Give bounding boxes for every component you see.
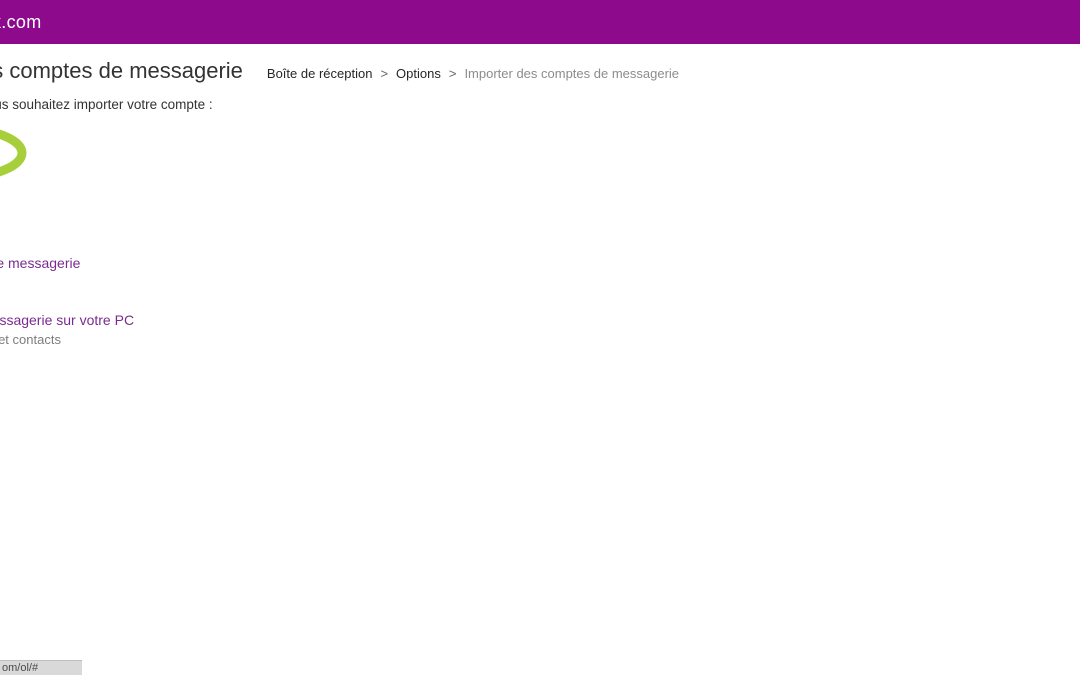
highlight-ellipse xyxy=(0,124,1080,182)
import-option-3: messagerie sur votre PC ue et contacts xyxy=(0,312,1080,347)
option-3-link[interactable]: messagerie sur votre PC xyxy=(0,312,134,328)
breadcrumb-inbox[interactable]: Boîte de réception xyxy=(267,66,373,81)
status-url: om/ol/# xyxy=(2,662,38,674)
title-row: es comptes de messagerie Boîte de récept… xyxy=(0,58,1080,84)
import-option-2: r de messagerie ue xyxy=(0,255,1080,290)
page-title: es comptes de messagerie xyxy=(0,58,243,84)
app-header: k.com xyxy=(0,0,1080,44)
app-title: k.com xyxy=(0,12,42,33)
intro-text: vous souhaitez importer votre compte : xyxy=(0,97,1080,112)
breadcrumb-sep: > xyxy=(380,66,388,81)
ellipse-icon xyxy=(0,124,52,182)
breadcrumb-current: Importer des comptes de messagerie xyxy=(464,66,679,81)
import-option-1: ue xyxy=(0,218,1080,233)
main-content: es comptes de messagerie Boîte de récept… xyxy=(0,44,1080,347)
option-2-subtext: ue xyxy=(0,275,1080,290)
breadcrumb: Boîte de réception > Options > Importer … xyxy=(267,66,679,81)
option-3-subtext: ue et contacts xyxy=(0,332,1080,347)
option-1-subtext: ue xyxy=(0,218,1080,233)
breadcrumb-options[interactable]: Options xyxy=(396,66,441,81)
option-2-link[interactable]: r de messagerie xyxy=(0,255,80,271)
breadcrumb-sep: > xyxy=(449,66,457,81)
status-bar: om/ol/# xyxy=(0,660,82,675)
